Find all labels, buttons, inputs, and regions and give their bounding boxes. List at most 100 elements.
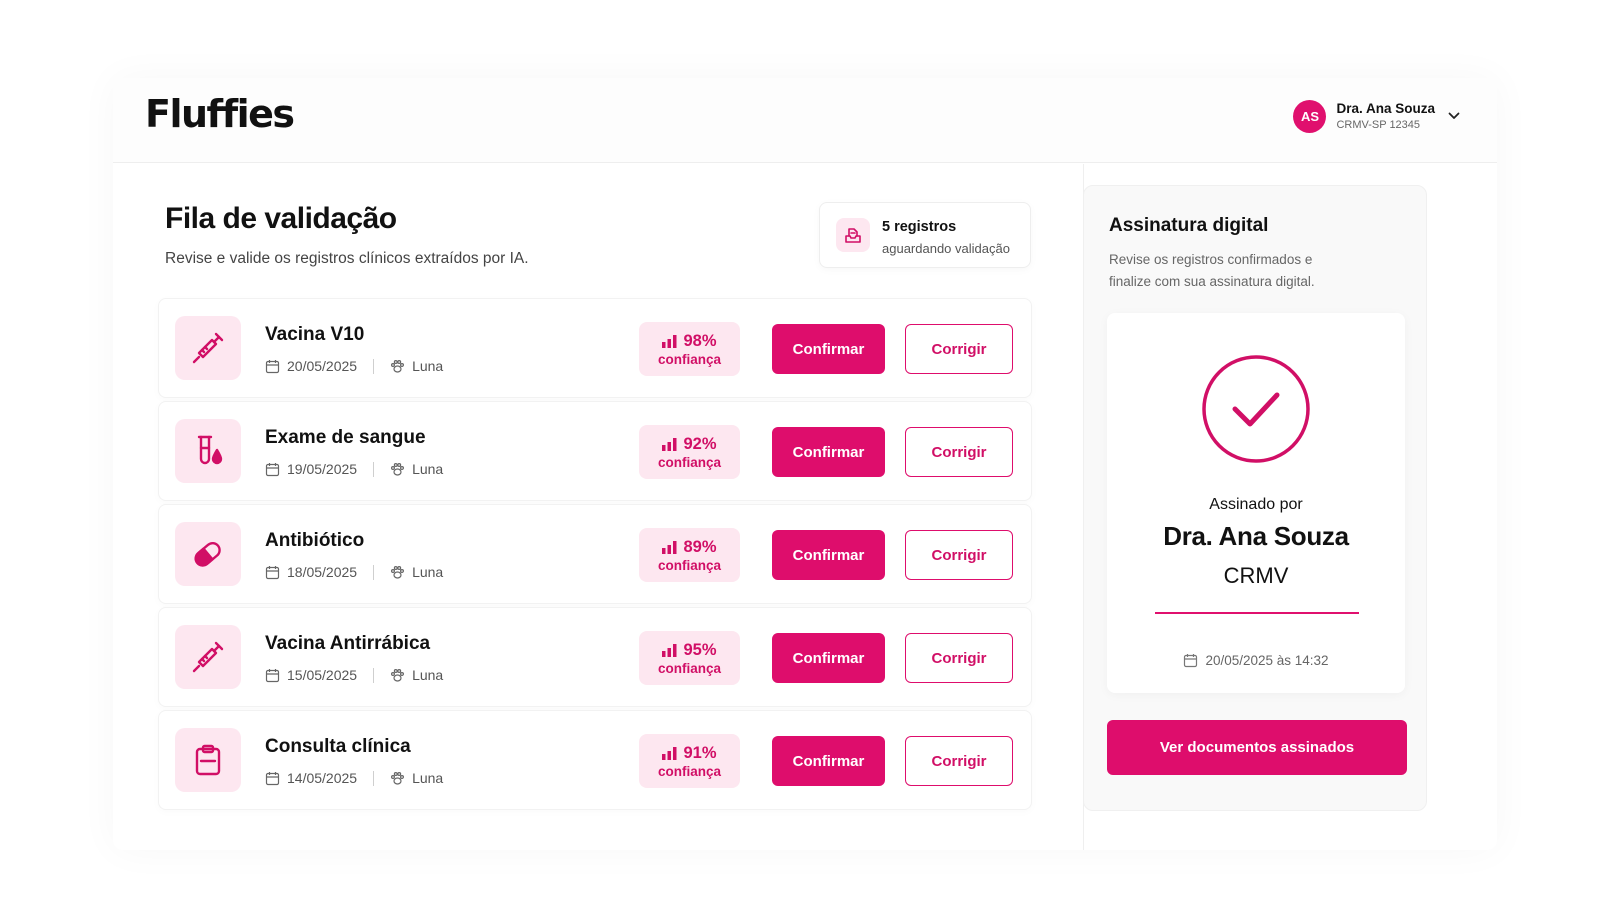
user-registration: CRMV-SP 12345 [1336,119,1421,131]
meta-separator [373,667,375,683]
confirm-button[interactable]: Confirmar [772,324,885,374]
syringe-icon [175,316,241,380]
meta-separator [373,564,375,580]
correct-button[interactable]: Corrigir [905,324,1013,374]
bar-chart-icon [662,334,677,348]
record-meta: 15/05/2025 Luna [265,667,443,683]
confirm-button[interactable]: Confirmar [772,530,885,580]
bar-chart-icon [662,540,677,554]
calendar-icon [265,565,280,580]
pending-count-card: 5 registros aguardando validação [819,202,1031,268]
meta-separator [373,770,375,786]
pet-name: Luna [412,358,444,374]
confidence-value: 98% [683,331,717,350]
calendar-icon [265,462,280,477]
top-bar: Fluffies AS Dra. Ana Souza CRMV-SP 12345 [113,78,1497,163]
paw-icon [390,359,405,374]
confidence-badge: 92% confiança [639,425,740,479]
correct-button[interactable]: Corrigir [905,530,1013,580]
signed-by-label: Assinado por [1209,496,1303,513]
record-meta: 18/05/2025 Luna [265,564,443,580]
confirm-button[interactable]: Confirmar [772,427,885,477]
check-circle-icon [1202,355,1310,463]
record-meta: 20/05/2025 Luna [265,358,443,374]
signature-date: 20/05/2025 às 14:32 [1107,653,1405,668]
bar-chart-icon [662,643,677,657]
signature-line [1155,612,1359,614]
record-title: Exame de sangue [265,427,426,448]
clipboard-icon [175,728,241,792]
paw-icon [390,462,405,477]
signature-timestamp: 20/05/2025 às 14:32 [1205,653,1329,668]
confidence-value: 89% [683,537,717,556]
syringe-icon [175,625,241,689]
paw-icon [390,771,405,786]
avatar[interactable]: AS [1293,99,1327,133]
paw-icon [390,565,405,580]
inbox-icon [836,218,870,252]
app-logo[interactable]: Fluffies [145,92,295,136]
user-name: Dra. Ana Souza [1336,101,1435,116]
signature-description: Revise os registros confirmados e finali… [1109,252,1315,289]
signer-name: Dra. Ana Souza [1163,521,1349,551]
confidence-label: confiança [657,454,722,470]
confidence-badge: 98% confiança [639,322,740,376]
pending-count: 5 registros [882,219,957,235]
pill-icon [175,522,241,586]
pending-count-label: aguardando validação [882,241,1010,256]
record-title: Consulta clínica [265,736,411,757]
correct-button[interactable]: Corrigir [905,736,1013,786]
confidence-label: confiança [657,660,722,676]
list-item: Consulta clínica 14/05/2025 Luna 91% con… [158,710,1032,810]
calendar-icon [265,771,280,786]
pet-name: Luna [412,667,444,683]
bar-chart-icon [662,746,677,760]
signer-council: CRMV [1223,563,1289,588]
confidence-value: 95% [683,640,717,659]
record-date: 19/05/2025 [287,461,358,477]
record-meta: 19/05/2025 Luna [265,461,443,477]
confidence-value: 92% [683,434,717,453]
validation-list: Vacina V10 20/05/2025 Luna 98% confiança… [158,298,1032,813]
user-info: Dra. Ana Souza CRMV-SP 12345 [1336,101,1435,131]
confirm-button[interactable]: Confirmar [772,633,885,683]
bar-chart-icon [662,437,677,451]
confidence-badge: 91% confiança [639,734,740,788]
list-item: Exame de sangue 19/05/2025 Luna 92% conf… [158,401,1032,501]
list-item: Vacina Antirrábica 15/05/2025 Luna 95% c… [158,607,1032,707]
paw-icon [390,668,405,683]
signature-panel: Assinatura digital Revise os registros c… [1083,185,1427,811]
test-tube-icon [175,419,241,483]
user-menu[interactable]: AS Dra. Ana Souza CRMV-SP 12345 [1293,98,1461,134]
record-date: 20/05/2025 [287,358,358,374]
confidence-badge: 89% confiança [639,528,740,582]
pet-name: Luna [412,564,444,580]
pet-name: Luna [412,770,444,786]
record-date: 15/05/2025 [287,667,358,683]
confidence-label: confiança [657,351,722,367]
list-item: Vacina V10 20/05/2025 Luna 98% confiança… [158,298,1032,398]
calendar-icon [265,359,280,374]
page-subtitle: Revise e valide os registros clínicos ex… [165,250,529,267]
chevron-down-icon[interactable] [1447,109,1461,123]
calendar-icon [1184,654,1198,668]
record-date: 18/05/2025 [287,564,358,580]
pet-name: Luna [412,461,444,477]
confirm-button[interactable]: Confirmar [772,736,885,786]
record-date: 14/05/2025 [287,770,358,786]
correct-button[interactable]: Corrigir [905,427,1013,477]
confidence-badge: 95% confiança [639,631,740,685]
record-title: Vacina Antirrábica [265,633,431,654]
record-meta: 14/05/2025 Luna [265,770,443,786]
page-title: Fila de validação [165,202,397,235]
list-item: Antibiótico 18/05/2025 Luna 89% confianç… [158,504,1032,604]
view-signed-documents-button[interactable]: Ver documentos assinados [1107,720,1407,775]
meta-separator [373,461,375,477]
correct-button[interactable]: Corrigir [905,633,1013,683]
record-title: Vacina V10 [265,324,365,345]
record-title: Antibiótico [265,530,365,551]
confidence-label: confiança [657,763,722,779]
confidence-label: confiança [657,557,722,573]
signature-card: Assinado por Dra. Ana Souza CRMV 20/05/2… [1107,313,1405,693]
signature-title: Assinatura digital [1109,215,1269,236]
